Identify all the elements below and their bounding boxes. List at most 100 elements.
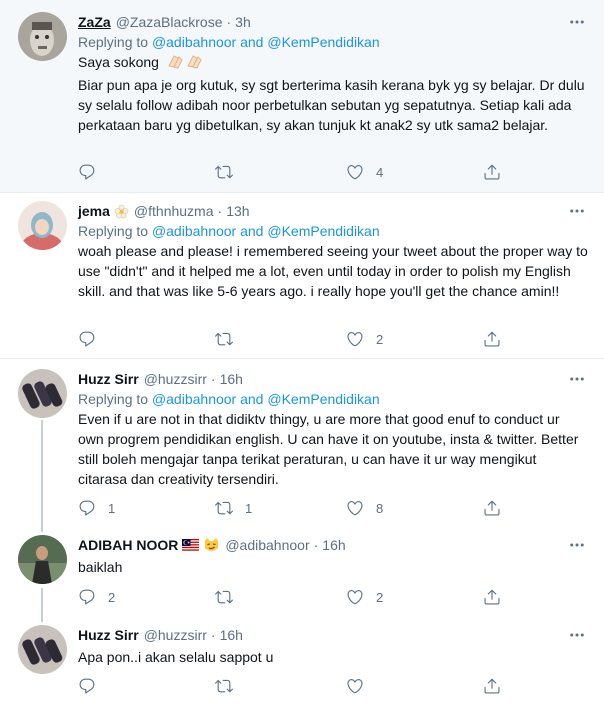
reply-button[interactable] — [78, 161, 108, 183]
more-icon[interactable] — [564, 535, 590, 555]
timestamp[interactable]: 3h — [235, 14, 251, 30]
tweet-adibah-noor[interactable]: ADIBAH NOOR @adibahnoor · 16h baiklah 2 … — [0, 527, 604, 615]
reply-button[interactable] — [78, 328, 108, 350]
user-handle[interactable]: @fthnhuzma — [134, 203, 214, 219]
like-button[interactable]: 2 — [346, 586, 383, 608]
separator-dot: · — [226, 14, 232, 30]
timestamp[interactable]: 16h — [220, 371, 243, 387]
user-handle[interactable]: @adibahnoor — [225, 537, 309, 553]
replying-to: Replying to @adibahnoor and @KemPendidik… — [78, 221, 588, 241]
share-button[interactable] — [483, 497, 501, 519]
reply-count: 1 — [108, 500, 116, 516]
like-button[interactable]: 8 — [346, 497, 383, 519]
retweet-count: 1 — [245, 500, 253, 516]
more-icon[interactable] — [564, 12, 590, 32]
like-count: 4 — [376, 164, 384, 180]
replying-and: and — [240, 391, 264, 407]
tweet-jema[interactable]: jema @fthnhuzma · 13h Replying to @adiba… — [0, 193, 604, 358]
display-name[interactable]: ZaZa — [78, 14, 111, 30]
reply-button[interactable]: 1 — [78, 497, 115, 519]
reply-button[interactable] — [78, 675, 108, 697]
display-name[interactable]: Huzz Sirr — [78, 371, 139, 387]
display-name[interactable]: jema — [78, 203, 110, 219]
tweet-actions: 2 2 — [78, 586, 518, 608]
share-button[interactable] — [483, 328, 501, 350]
retweet-button[interactable] — [215, 161, 245, 183]
separator-dot: · — [210, 627, 216, 643]
reply-count: 2 — [108, 589, 116, 605]
share-button[interactable] — [483, 161, 501, 183]
like-button[interactable]: 2 — [346, 328, 383, 350]
more-icon[interactable] — [564, 369, 590, 389]
replying-prefix: Replying to — [78, 391, 149, 407]
retweet-icon — [215, 163, 233, 181]
tweet-text: Even if u are not in that didiktv thingy… — [78, 411, 579, 487]
share-icon — [483, 163, 501, 181]
avatar[interactable] — [18, 535, 67, 584]
separator-dot: · — [210, 371, 216, 387]
mention-link[interactable]: @adibahnoor — [152, 223, 236, 239]
tweet-huzz-sirr-reply[interactable]: Huzz Sirr @huzzsirr · 16h Apa pon..i aka… — [0, 615, 604, 706]
like-icon — [346, 677, 364, 695]
display-name[interactable]: Huzz Sirr — [78, 627, 139, 643]
flower-emoji — [114, 204, 129, 219]
replying-to: Replying to @adibahnoor and @KemPendidik… — [78, 32, 588, 52]
tweet-text-line: Saya sokong — [78, 54, 159, 70]
reply-button[interactable]: 2 — [78, 586, 115, 608]
like-button[interactable]: 4 — [346, 161, 383, 183]
mention-link[interactable]: @KemPendidikan — [267, 34, 379, 50]
tweet-huzz-sirr[interactable]: Huzz Sirr @huzzsirr · 16h Replying to @a… — [0, 359, 604, 527]
share-icon — [483, 499, 501, 517]
mention-link[interactable]: @adibahnoor — [152, 34, 236, 50]
malaysia-flag-emoji — [182, 538, 200, 553]
user-handle[interactable]: @huzzsirr — [144, 627, 207, 643]
user-handle[interactable]: @huzzsirr — [144, 371, 207, 387]
timestamp[interactable]: 13h — [226, 203, 249, 219]
mention-link[interactable]: @adibahnoor — [152, 391, 236, 407]
like-count: 8 — [376, 500, 384, 516]
like-icon — [346, 499, 364, 517]
avatar[interactable] — [18, 201, 67, 250]
retweet-icon — [215, 677, 233, 695]
tweet-zaza[interactable]: ZaZa @ZazaBlackrose · 3h Replying to @ad… — [0, 0, 604, 192]
timestamp[interactable]: 16h — [220, 627, 243, 643]
share-icon — [483, 330, 501, 348]
thread-line — [41, 588, 43, 615]
like-button[interactable] — [346, 675, 376, 697]
replying-to: Replying to @adibahnoor and @KemPendidik… — [78, 389, 588, 409]
retweet-button[interactable] — [215, 675, 245, 697]
timestamp[interactable]: 16h — [322, 537, 345, 553]
avatar[interactable] — [18, 12, 67, 61]
reply-icon — [78, 499, 96, 517]
more-icon[interactable] — [564, 201, 590, 221]
tweet-actions — [78, 675, 518, 697]
reply-icon — [78, 330, 96, 348]
avatar[interactable] — [18, 369, 67, 418]
clapping-hands-emoji — [166, 53, 206, 75]
smirking-cat-emoji — [203, 537, 220, 553]
more-icon[interactable] — [564, 625, 590, 645]
share-icon — [483, 677, 501, 695]
reply-icon — [78, 163, 96, 181]
retweet-button[interactable] — [215, 328, 245, 350]
thread-line — [41, 615, 43, 622]
tweet-actions: 4 — [78, 161, 518, 183]
retweet-button[interactable]: 1 — [215, 497, 252, 519]
share-button[interactable] — [483, 586, 501, 608]
tweet-body: Biar pun apa je org kutuk, sy sgt berter… — [78, 77, 585, 133]
reply-icon — [78, 588, 96, 606]
like-icon — [346, 588, 364, 606]
tweet-text: woah please and please! i remembered see… — [78, 243, 588, 299]
retweet-button[interactable] — [215, 586, 245, 608]
display-name[interactable]: ADIBAH NOOR — [78, 537, 178, 553]
avatar[interactable] — [18, 625, 67, 674]
share-button[interactable] — [483, 675, 501, 697]
tweet-text: baiklah — [78, 559, 123, 575]
mention-link[interactable]: @KemPendidikan — [267, 223, 379, 239]
user-handle[interactable]: @ZazaBlackrose — [116, 14, 223, 30]
like-count: 2 — [376, 331, 384, 347]
reply-thread: ZaZa @ZazaBlackrose · 3h Replying to @ad… — [0, 0, 604, 706]
separator-dot: · — [313, 537, 319, 553]
mention-link[interactable]: @KemPendidikan — [267, 391, 379, 407]
tweet-text: Saya sokong Biar pun apa je org kutuk, s… — [78, 52, 588, 135]
